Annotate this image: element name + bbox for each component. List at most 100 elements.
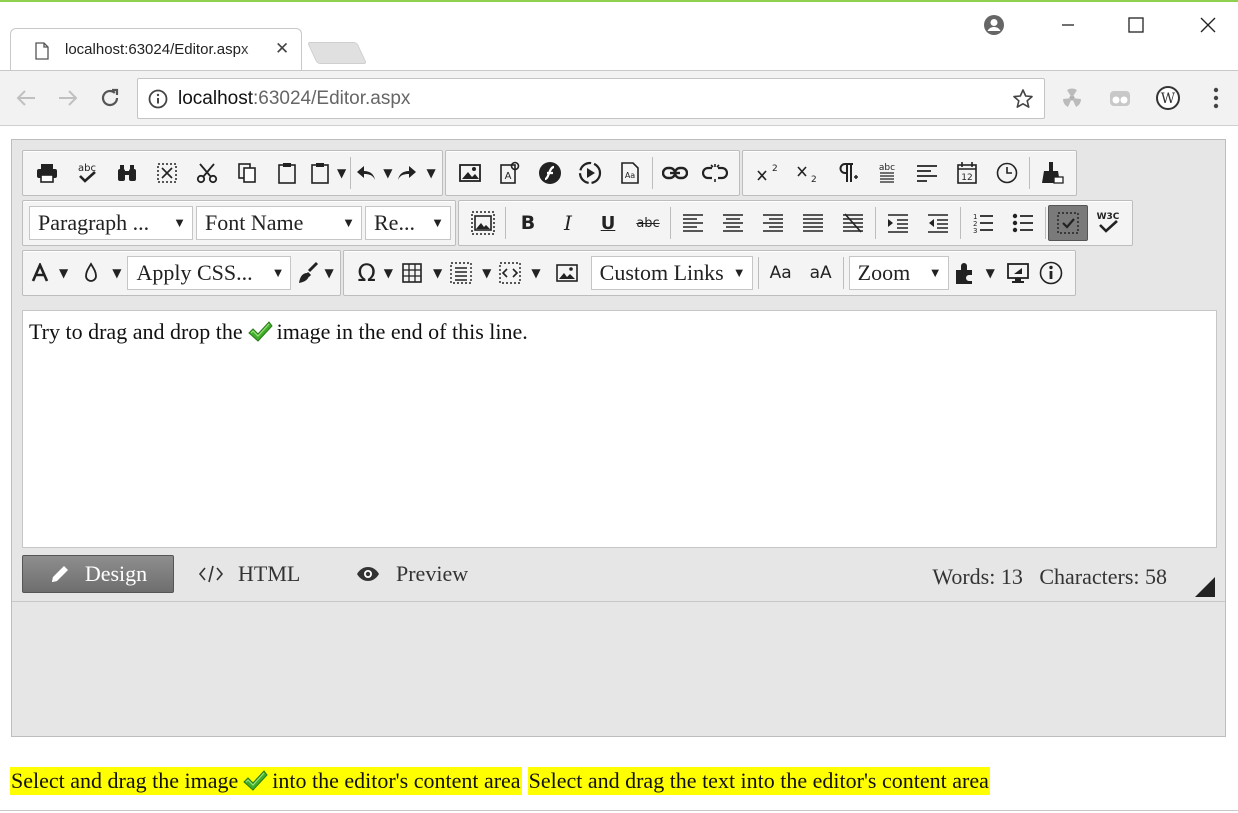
extension-radiation-icon[interactable] [1056, 81, 1088, 115]
convert-upper-button[interactable]: aA [801, 255, 841, 291]
insert-symbol-dropdown-icon[interactable]: ▼ [384, 266, 393, 280]
editor-mode-bar: Design HTML Preview Words: 13 Characters… [12, 550, 1225, 602]
align-left-icon[interactable] [673, 205, 713, 241]
paragraph-mark-icon[interactable] [827, 155, 867, 191]
bold-button[interactable]: B [508, 205, 548, 241]
template-manager-icon[interactable]: Aa [610, 155, 650, 191]
format-brush-icon[interactable] [294, 255, 320, 291]
zoom-select[interactable]: Zoom ▼ [848, 256, 949, 290]
format-brush-dropdown-icon[interactable]: ▼ [324, 266, 333, 280]
menu-kebab-icon[interactable] [1200, 81, 1232, 115]
minimize-icon[interactable] [1046, 8, 1090, 42]
italic-button[interactable]: I [548, 205, 588, 241]
snippet-icon[interactable] [497, 255, 523, 291]
preview-mode-button[interactable]: Preview [356, 555, 468, 593]
format-stripper-icon[interactable] [1032, 155, 1072, 191]
reload-icon[interactable] [94, 81, 126, 115]
underline-button[interactable]: U [588, 205, 628, 241]
word-character-count: Words: 13 Characters: 58 [932, 564, 1167, 590]
cut-icon[interactable] [187, 155, 227, 191]
html-mode-button[interactable]: HTML [198, 555, 300, 593]
editor-content-area[interactable]: Try to drag and drop the image in the en… [22, 310, 1217, 548]
redo-icon[interactable] [394, 155, 420, 191]
draggable-checkmark-image-icon[interactable] [242, 769, 268, 793]
find-binoculars-icon[interactable] [107, 155, 147, 191]
extension-w-icon[interactable]: W [1152, 81, 1184, 115]
maximize-icon[interactable] [1114, 8, 1158, 42]
hyperlink-icon[interactable] [655, 155, 695, 191]
toolbar-group-styles: ▼ ▼ Apply CSS... ▼ ▼ [22, 250, 341, 296]
spell-options-icon[interactable]: abc [867, 155, 907, 191]
forward-icon[interactable] [52, 81, 84, 115]
profile-icon[interactable] [972, 8, 1016, 42]
print-icon[interactable] [27, 155, 67, 191]
browser-tab[interactable]: localhost:63024/Editor.aspx ✕ [10, 28, 302, 74]
insert-media-icon[interactable] [570, 155, 610, 191]
resize-handle-icon[interactable] [1195, 577, 1215, 597]
apply-css-select[interactable]: Apply CSS... ▼ [127, 256, 292, 290]
outdent-icon[interactable] [918, 205, 958, 241]
paste-dropdown-icon[interactable]: ▼ [337, 166, 346, 180]
copy-icon[interactable] [227, 155, 267, 191]
design-mode-button[interactable]: Design [22, 555, 174, 593]
align-justify-icon[interactable] [793, 205, 833, 241]
text-drag-source[interactable]: Select and drag the text into the editor… [527, 767, 990, 795]
back-icon[interactable] [10, 81, 42, 115]
strikethrough-button[interactable]: abc [628, 205, 668, 241]
unlink-icon[interactable] [695, 155, 735, 191]
align-paragraph-icon[interactable] [907, 155, 947, 191]
numbered-list-icon[interactable]: 123 [963, 205, 1003, 241]
align-none-icon[interactable] [833, 205, 873, 241]
about-info-icon[interactable] [1031, 255, 1071, 291]
subscript-icon[interactable]: 2 [787, 155, 827, 191]
font-size-select[interactable]: Re... ▼ [365, 206, 451, 240]
insert-date-icon[interactable]: 12 [947, 155, 987, 191]
insert-table-dropdown-icon[interactable]: ▼ [433, 266, 442, 280]
extension-incognito-icon[interactable] [1104, 81, 1136, 115]
insert-flash-icon[interactable] [530, 155, 570, 191]
back-color-dropdown-icon[interactable]: ▼ [112, 266, 121, 280]
image-manager-icon[interactable] [547, 255, 587, 291]
modules-dropdown-icon[interactable]: ▼ [986, 266, 995, 280]
xhtml-validator-icon[interactable] [1048, 205, 1088, 241]
info-icon[interactable] [148, 89, 168, 109]
modules-icon[interactable] [952, 255, 978, 291]
form-elements-icon[interactable] [448, 255, 474, 291]
align-center-icon[interactable] [713, 205, 753, 241]
close-window-icon[interactable] [1186, 8, 1230, 42]
indent-icon[interactable] [878, 205, 918, 241]
convert-lower-button[interactable]: Aa [761, 255, 801, 291]
redo-dropdown-icon[interactable]: ▼ [426, 166, 435, 180]
insert-time-icon[interactable] [987, 155, 1027, 191]
fore-color-dropdown-icon[interactable]: ▼ [59, 266, 68, 280]
fore-color-icon[interactable] [27, 255, 53, 291]
back-color-icon[interactable] [78, 255, 104, 291]
form-elements-dropdown-icon[interactable]: ▼ [482, 266, 491, 280]
new-tab-button[interactable] [306, 42, 368, 64]
bulleted-list-icon[interactable] [1003, 205, 1043, 241]
toolbar-separator [651, 157, 653, 189]
checkmark-image-icon[interactable] [247, 320, 273, 344]
toggle-screen-icon[interactable] [1005, 255, 1031, 291]
insert-symbol-icon[interactable]: Ω [354, 255, 380, 291]
tab-close-icon[interactable]: ✕ [275, 39, 289, 59]
snippet-dropdown-icon[interactable]: ▼ [531, 266, 540, 280]
address-bar[interactable]: localhost:63024/Editor.aspx [137, 78, 1045, 119]
insert-document-icon[interactable]: A [490, 155, 530, 191]
w3c-compliance-icon[interactable]: W3C [1088, 205, 1128, 241]
font-name-select[interactable]: Font Name ▼ [196, 206, 362, 240]
paragraph-select[interactable]: Paragraph ... ▼ [29, 206, 193, 240]
insert-table-icon[interactable] [399, 255, 425, 291]
paste-special-icon[interactable] [307, 155, 333, 191]
superscript-icon[interactable]: 2 [747, 155, 787, 191]
insert-image-icon[interactable] [450, 155, 490, 191]
paste-icon[interactable] [267, 155, 307, 191]
undo-dropdown-icon[interactable]: ▼ [383, 166, 392, 180]
align-right-icon[interactable] [753, 205, 793, 241]
bookmark-star-icon[interactable] [1012, 88, 1034, 110]
custom-links-select[interactable]: Custom Links ▼ [590, 256, 753, 290]
select-all-icon[interactable] [147, 155, 187, 191]
spellcheck-icon[interactable]: abc [67, 155, 107, 191]
undo-icon[interactable] [353, 155, 379, 191]
image-map-icon[interactable] [463, 205, 503, 241]
